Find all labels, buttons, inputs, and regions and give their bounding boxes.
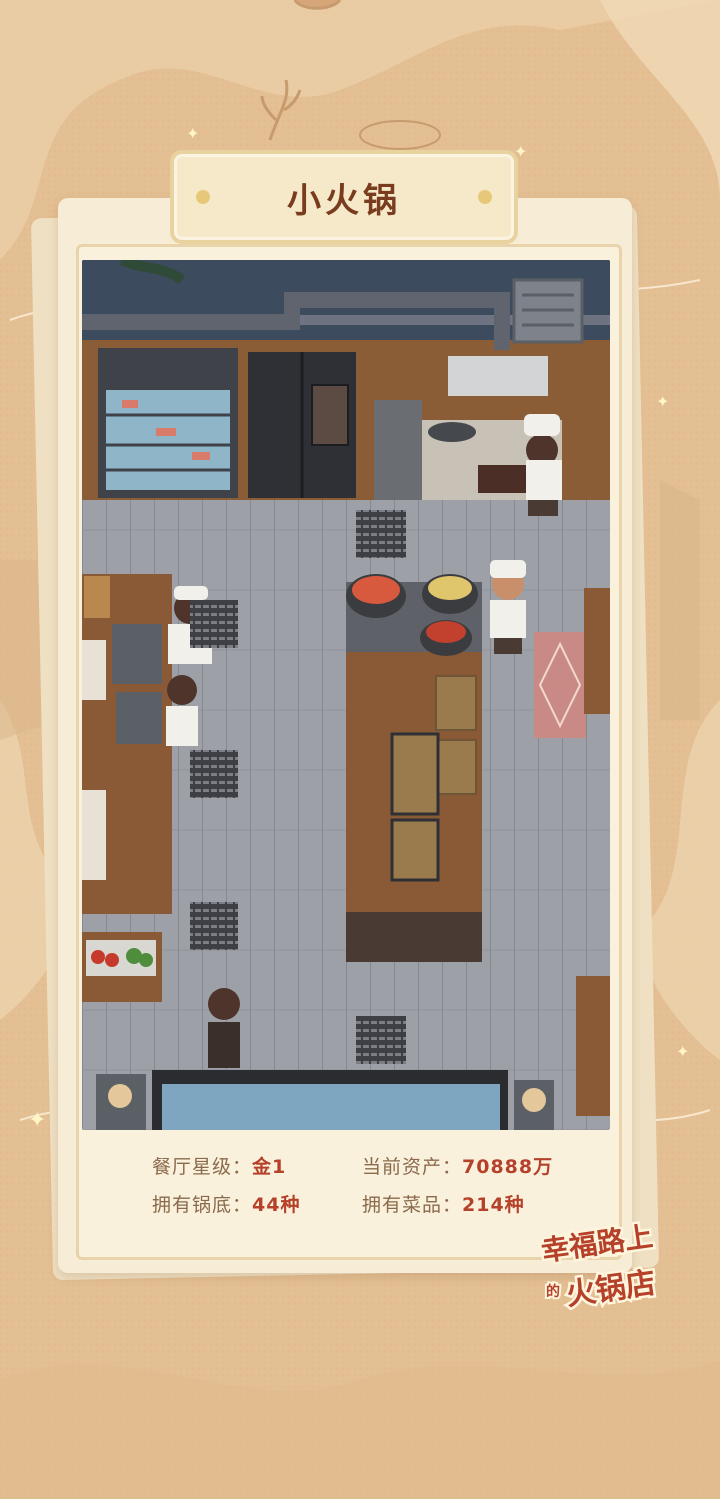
sparkle-icon: ✦: [28, 1108, 47, 1133]
stat-value: 44种: [252, 1194, 301, 1216]
stat-value: 70888万: [462, 1156, 554, 1178]
stat-current-assets: 当前资产：70888万: [362, 1152, 553, 1179]
stat-label: 拥有菜品：: [362, 1194, 463, 1216]
sparkle-icon: ✦: [186, 124, 200, 143]
restaurant-name: 小火锅: [287, 180, 401, 221]
sparkle-icon: ✦: [676, 1042, 690, 1061]
title-plate: 小火锅: [170, 150, 518, 244]
stat-star-level: 餐厅星级：金1: [152, 1152, 286, 1179]
stat-label: 餐厅星级：: [152, 1156, 253, 1178]
logo-line1: 幸福路上: [539, 1220, 655, 1268]
stat-value: 214种: [462, 1194, 525, 1216]
plate-dot: [196, 190, 210, 204]
stat-dishes: 拥有菜品：214种: [362, 1190, 525, 1217]
plate-dot: [478, 190, 492, 204]
stat-label: 当前资产：: [362, 1156, 463, 1178]
logo-line2: 火锅店: [564, 1266, 658, 1310]
stat-value: 金1: [252, 1156, 287, 1178]
stat-pot-bases: 拥有锅底：44种: [152, 1190, 300, 1217]
kitchen-scene: [82, 260, 610, 1130]
game-logo: 幸福路上 的 火锅店: [537, 1217, 661, 1310]
stat-label: 拥有锅底：: [152, 1194, 253, 1216]
logo-line2-small: 的: [546, 1283, 560, 1300]
sparkle-icon: ✦: [656, 392, 670, 411]
